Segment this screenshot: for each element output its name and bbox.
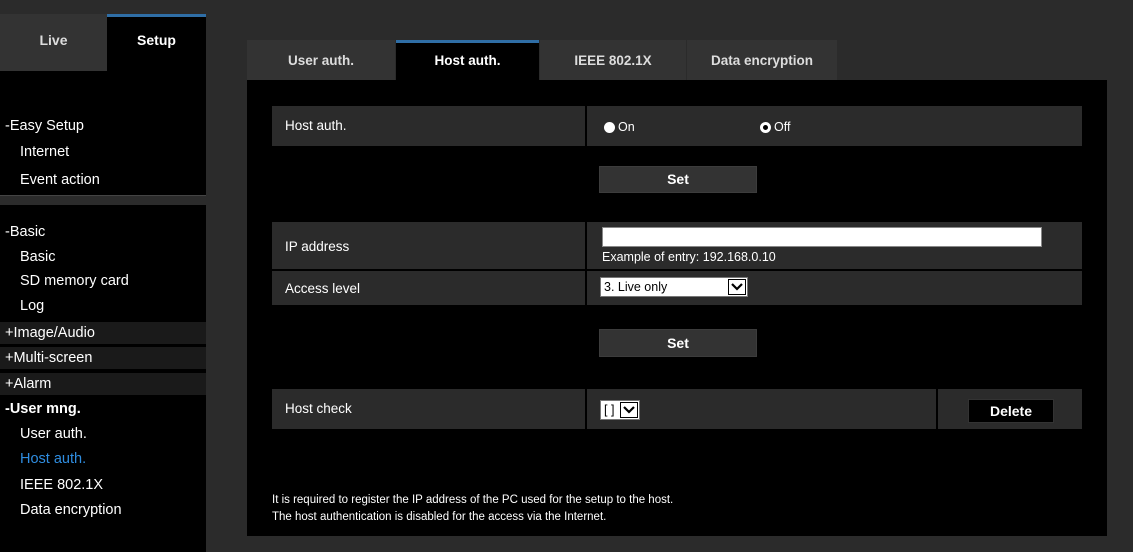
menu-log[interactable]: Log <box>0 295 206 317</box>
tab-setup[interactable]: Setup <box>107 14 206 71</box>
radio-off-dot[interactable] <box>760 121 771 133</box>
radio-off[interactable]: Off <box>760 120 790 134</box>
mode-tabs: Live Setup <box>0 0 206 71</box>
menu-multi-screen[interactable]: +Multi-screen <box>0 347 206 369</box>
tab-ieee[interactable]: IEEE 802.1X <box>540 40 686 80</box>
menu-alarm[interactable]: +Alarm <box>0 373 206 395</box>
tab-live[interactable]: Live <box>0 14 107 71</box>
radio-on-label: On <box>618 120 635 134</box>
host-auth-label: Host auth. <box>285 118 347 133</box>
notes: It is required to register the IP addres… <box>272 492 673 526</box>
radio-on-dot[interactable] <box>604 121 615 133</box>
menu-basic[interactable]: Basic <box>0 246 206 268</box>
row-divider <box>936 389 938 429</box>
menu-event-action[interactable]: Event action <box>0 169 206 191</box>
menu-user-auth[interactable]: User auth. <box>0 423 206 445</box>
delete-button[interactable]: Delete <box>968 399 1054 423</box>
menu-data-encryption[interactable]: Data encryption <box>0 499 206 521</box>
menu-sd-memory-card[interactable]: SD memory card <box>0 270 206 292</box>
page-tabs: User auth. Host auth. IEEE 802.1X Data e… <box>247 40 1107 80</box>
row-divider <box>585 222 587 269</box>
host-check-label: Host check <box>285 401 352 416</box>
menu-easy-setup[interactable]: -Easy Setup <box>0 115 206 137</box>
set-access-button[interactable]: Set <box>599 329 757 357</box>
ip-hint: Example of entry: 192.168.0.10 <box>602 250 776 264</box>
tab-data-encryption[interactable]: Data encryption <box>687 40 837 80</box>
menu-user-mng[interactable]: -User mng. <box>0 398 206 420</box>
access-level-value: 3. Live only <box>604 280 668 294</box>
menu-ieee[interactable]: IEEE 802.1X <box>0 474 206 496</box>
row-divider <box>585 271 587 305</box>
settings-panel: Host auth. On Off Set IP address Example… <box>247 80 1107 536</box>
tab-host-auth[interactable]: Host auth. <box>396 40 539 80</box>
chevron-down-icon[interactable] <box>620 402 638 418</box>
host-check-row: Host check <box>272 389 1082 429</box>
access-level-label: Access level <box>285 281 361 296</box>
host-check-value: [ ] <box>604 403 615 417</box>
menu-basic-group[interactable]: -Basic <box>0 221 206 243</box>
tab-user-auth[interactable]: User auth. <box>247 40 395 80</box>
menu-image-audio[interactable]: +Image/Audio <box>0 322 206 344</box>
access-level-select[interactable]: 3. Live only <box>600 277 748 297</box>
row-divider <box>585 106 587 146</box>
ip-address-input[interactable] <box>602 227 1042 247</box>
sidebar: Live Setup -Easy Setup Internet Event ac… <box>0 0 206 552</box>
row-divider <box>585 389 587 429</box>
radio-off-label: Off <box>774 120 791 134</box>
host-auth-row: Host auth. On Off <box>272 106 1082 146</box>
note-line-2: The host authentication is disabled for … <box>272 511 607 523</box>
chevron-down-icon[interactable] <box>728 279 746 295</box>
menu-host-auth[interactable]: Host auth. <box>0 448 206 470</box>
note-line-1: It is required to register the IP addres… <box>272 494 674 506</box>
menu-internet[interactable]: Internet <box>0 141 206 163</box>
ip-address-label: IP address <box>285 239 350 254</box>
set-button[interactable]: Set <box>599 166 757 193</box>
main-content: User auth. Host auth. IEEE 802.1X Data e… <box>247 40 1107 536</box>
host-check-select[interactable]: [ ] <box>600 400 640 420</box>
radio-on[interactable]: On <box>604 120 635 134</box>
menu-divider <box>0 195 206 205</box>
